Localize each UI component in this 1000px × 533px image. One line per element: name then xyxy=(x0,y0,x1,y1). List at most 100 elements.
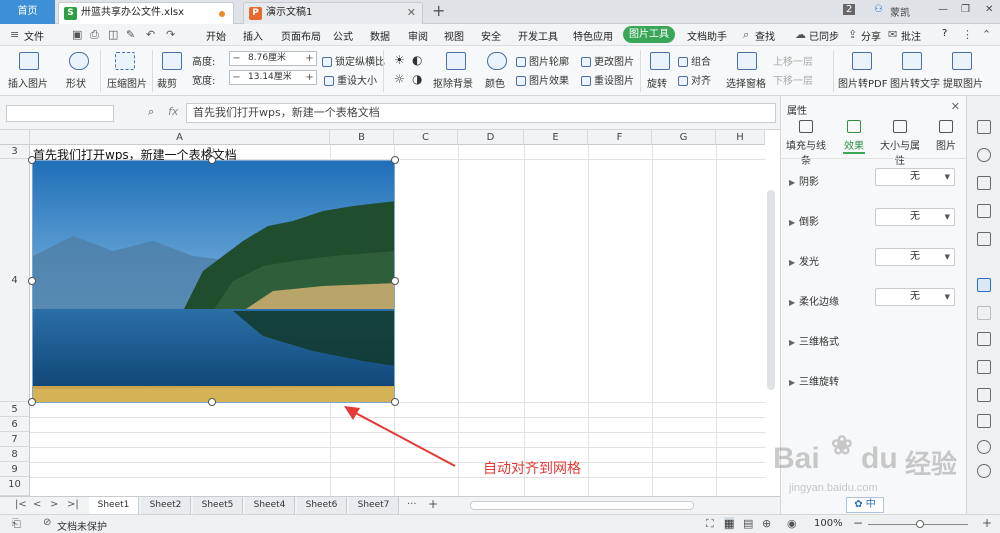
minimize-icon[interactable]: — xyxy=(938,4,948,15)
resize-handle-right[interactable] xyxy=(391,277,399,285)
sheet-tab-sheet2[interactable]: Sheet2 xyxy=(141,497,191,514)
horizontal-scrollbar[interactable] xyxy=(470,501,694,510)
comment-button[interactable]: 批注 xyxy=(901,28,921,43)
inserted-landscape-picture[interactable] xyxy=(32,160,395,403)
zoom-slider-knob[interactable] xyxy=(916,520,924,528)
maximize-icon[interactable]: ❐ xyxy=(961,4,970,15)
tab-fill-line[interactable]: 填充与线条 xyxy=(783,118,829,167)
close-window-icon[interactable]: ✕ xyxy=(985,4,993,15)
reflection-row[interactable]: ▶ 倒影 xyxy=(789,213,819,228)
reset-picture-button[interactable]: 重设图片 xyxy=(581,72,634,87)
width-decrease-button[interactable]: − xyxy=(230,71,243,84)
share-icon[interactable]: ⇪ xyxy=(848,28,857,41)
width-input[interactable]: − 13.14厘米 + xyxy=(229,70,317,85)
select-all-corner[interactable] xyxy=(0,130,30,145)
comment-icon[interactable]: ✉ xyxy=(888,28,897,41)
picture-tool-icon[interactable] xyxy=(977,414,991,428)
sheet-tab-sheet1[interactable]: Sheet1 xyxy=(89,497,139,514)
3d-rotation-row[interactable]: ▶ 三维旋转 xyxy=(789,373,839,388)
column-header-g[interactable]: G xyxy=(652,130,716,145)
resize-handle-top-right[interactable] xyxy=(391,156,399,164)
brightness-up-icon[interactable]: ☀ xyxy=(394,53,405,67)
column-header-d[interactable]: D xyxy=(458,130,524,145)
next-sheet-icon[interactable]: > xyxy=(50,499,58,510)
resize-handle-top-left[interactable] xyxy=(28,156,36,164)
brightness-down-icon[interactable]: ☼ xyxy=(394,72,405,86)
change-picture-button[interactable]: 更改图片 xyxy=(581,53,634,68)
archive-tool-icon[interactable] xyxy=(977,360,991,374)
column-header-a[interactable]: A xyxy=(30,130,330,145)
properties-tool-icon[interactable] xyxy=(977,278,991,292)
height-decrease-button[interactable]: − xyxy=(230,52,243,65)
more-icon[interactable]: ⋮ xyxy=(962,28,973,41)
menu-insert[interactable]: 插入 xyxy=(243,28,263,43)
selection-pane-button[interactable]: 选择窗格 xyxy=(726,75,766,90)
contrast-up-icon[interactable]: ◐ xyxy=(412,53,422,67)
column-header-f[interactable]: F xyxy=(588,130,652,145)
remove-background-button[interactable]: 抠除背景 xyxy=(433,75,473,90)
compress-picture-button[interactable]: 压缩图片 xyxy=(107,75,147,90)
column-header-e[interactable]: E xyxy=(524,130,588,145)
shadow-select[interactable]: 无 ▼ xyxy=(875,168,955,186)
print-icon[interactable]: ⎙ xyxy=(90,28,99,42)
tab-spreadsheet[interactable]: S 卅篮共享办公文件.xlsx xyxy=(58,2,234,24)
resize-handle-left[interactable] xyxy=(28,277,36,285)
row-header-4[interactable]: 4 xyxy=(0,159,30,402)
rotate-button[interactable]: 旋转 xyxy=(647,75,667,90)
more-sheets-icon[interactable]: ··· xyxy=(407,499,417,510)
zoom-out-button[interactable]: − xyxy=(853,516,863,530)
picture-effect-button[interactable]: 图片效果 xyxy=(516,72,569,87)
menu-view[interactable]: 视图 xyxy=(444,28,464,43)
prev-sheet-icon[interactable]: < xyxy=(33,499,41,510)
column-header-h[interactable]: H xyxy=(716,130,765,145)
user-name[interactable]: 蒙凯 xyxy=(890,4,910,19)
soft-edges-row[interactable]: ▶ 柔化边缘 xyxy=(789,293,839,308)
first-sheet-icon[interactable]: |< xyxy=(15,499,27,510)
format-painter-icon[interactable]: ✎ xyxy=(126,28,135,41)
group-button[interactable]: 组合 xyxy=(678,53,711,68)
close-tab-icon[interactable]: ✕ xyxy=(407,3,416,23)
table-tool-icon[interactable] xyxy=(977,204,991,218)
search-label[interactable]: 查找 xyxy=(755,28,775,43)
menu-page-layout[interactable]: 页面布局 xyxy=(281,28,321,43)
redo-icon[interactable]: ↷ xyxy=(166,28,175,41)
shape-button[interactable]: 形状 xyxy=(66,75,86,90)
height-input[interactable]: − 8.76厘米 + xyxy=(229,51,317,66)
menu-data[interactable]: 数据 xyxy=(370,28,390,43)
backup-tool-icon[interactable] xyxy=(977,332,991,346)
glow-select[interactable]: 无 ▼ xyxy=(875,248,955,266)
zoom-level[interactable]: 100% xyxy=(814,518,843,529)
user-avatar-icon[interactable]: ⚇ xyxy=(874,4,883,15)
send-backward-button[interactable]: 下移一层 xyxy=(773,72,813,87)
3d-format-row[interactable]: ▶ 三维格式 xyxy=(789,333,839,348)
share-button[interactable]: 分享 xyxy=(861,28,881,43)
row-header-8[interactable]: 8 xyxy=(0,447,30,462)
lock-ratio-checkbox[interactable]: 锁定纵横比 xyxy=(322,53,385,68)
row-header-7[interactable]: 7 xyxy=(0,432,30,447)
resize-handle-bottom[interactable] xyxy=(208,398,216,406)
pen-tool-icon[interactable] xyxy=(977,232,991,246)
undo-icon[interactable]: ↶ xyxy=(146,28,155,41)
picture-to-text-button[interactable]: 图片转文字 xyxy=(890,75,940,90)
history-tool-icon[interactable] xyxy=(977,464,991,478)
menu-formula[interactable]: 公式 xyxy=(333,28,353,43)
save-icon[interactable]: ▣ xyxy=(72,28,82,41)
help-button[interactable]: ? xyxy=(942,28,947,39)
width-increase-button[interactable]: + xyxy=(303,71,316,84)
document-protection-status[interactable]: 文档未保护 xyxy=(57,518,107,533)
insert-picture-button[interactable]: 插入图片 xyxy=(8,75,48,90)
zoom-in-button[interactable]: + xyxy=(982,516,992,530)
formula-input[interactable]: 首先我们打开wps，新建一个表格文档 xyxy=(186,103,776,123)
sheet-tab-sheet6[interactable]: Sheet6 xyxy=(297,497,347,514)
ime-indicator[interactable]: ✿ 中 xyxy=(846,497,884,513)
fx-icon[interactable]: fx xyxy=(168,105,178,118)
sheet-tab-sheet5[interactable]: Sheet5 xyxy=(193,497,243,514)
column-header-b[interactable]: B xyxy=(330,130,394,145)
menu-start[interactable]: 开始 xyxy=(206,28,226,43)
menu-doc-helper[interactable]: 文档助手 xyxy=(687,28,727,43)
normal-view-icon[interactable]: ▦ xyxy=(724,517,735,530)
panel-close-icon[interactable]: ✕ xyxy=(951,100,960,113)
row-header-3[interactable]: 3 xyxy=(0,145,30,159)
new-tab-button[interactable]: + xyxy=(432,1,445,20)
contrast-down-icon[interactable]: ◑ xyxy=(412,72,422,86)
